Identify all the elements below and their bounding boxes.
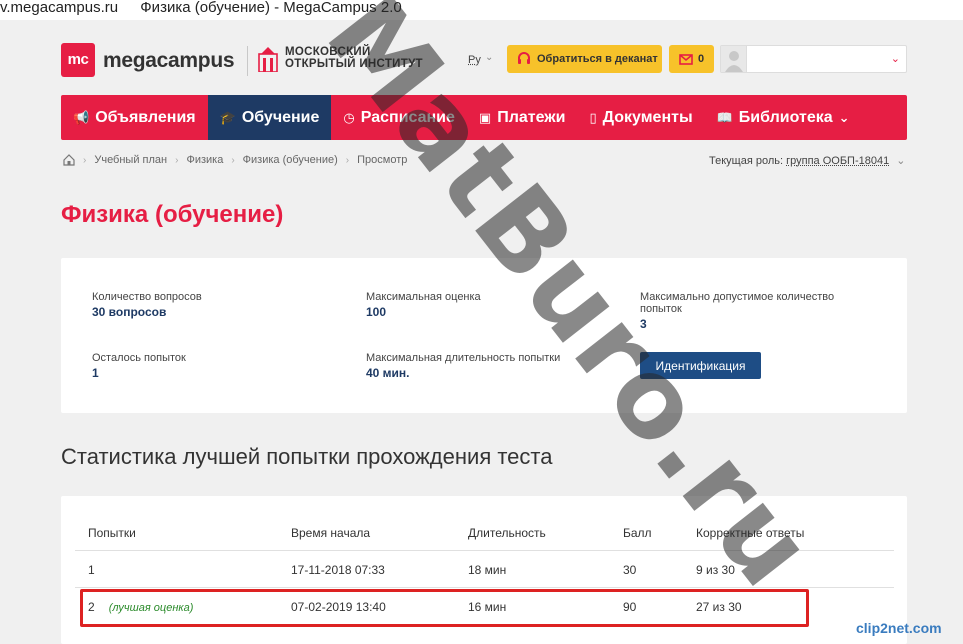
headset-icon — [518, 52, 530, 64]
avatar[interactable] — [721, 46, 747, 72]
nav-item-documents[interactable]: ▯ Документы — [577, 95, 704, 140]
chevron-down-icon: ⌄ — [838, 109, 850, 125]
remaining-attempts-value: 1 — [92, 366, 99, 380]
cell-start-time: 17-11-2018 07:33 — [291, 563, 385, 577]
site-header: mc megacampus Московский открытый инстит… — [61, 40, 907, 82]
highlight-box — [80, 589, 809, 627]
stats-section-title: Статистика лучшей попытки прохождения те… — [61, 444, 553, 469]
megaphone-icon: 📢 — [73, 109, 90, 125]
nav-item-label: Библиотека — [738, 108, 833, 126]
header-score: Балл — [623, 526, 652, 540]
cell-score: 30 — [623, 563, 637, 577]
ticket-icon: ▣ — [478, 109, 492, 125]
chevron-right-icon: › — [175, 154, 179, 166]
messages-button[interactable]: 0 — [669, 45, 714, 73]
test-info-card: Количество вопросов 30 вопросов Максимал… — [61, 258, 907, 413]
language-selector[interactable]: Ру — [468, 54, 481, 66]
role-label: Текущая роль: — [709, 155, 784, 167]
nav-item-label: Расписание — [360, 108, 455, 126]
breadcrumb-item[interactable]: Физика (обучение) — [243, 154, 338, 166]
envelope-icon — [679, 53, 693, 65]
messages-count: 0 — [697, 53, 705, 65]
current-role[interactable]: Текущая роль: группа ООБП-18041 ⌄ — [709, 154, 905, 167]
nav-item-label: Документы — [602, 108, 693, 126]
remaining-attempts-label: Осталось попыток — [92, 352, 186, 364]
max-score-label: Максимальная оценка — [366, 291, 481, 303]
nav-item-library[interactable]: 📖 Библиотека ⌄ — [705, 95, 862, 140]
browser-url: v.megacampus.ru — [0, 0, 119, 16]
header-correct-answers: Корректные ответы — [696, 526, 805, 540]
chevron-right-icon: › — [231, 154, 235, 166]
header-attempts: Попытки — [88, 526, 136, 540]
cell-correct-answers: 9 из 30 — [696, 563, 735, 577]
nav-item-announcements[interactable]: 📢 Объявления — [61, 95, 208, 140]
contact-deanery-label: Обратиться в деканат — [537, 53, 658, 65]
questions-count-field: Количество вопросов 30 вопросов — [92, 291, 202, 319]
document-icon: ▯ — [589, 109, 597, 125]
nav-item-label: Платежи — [497, 108, 566, 126]
max-duration-value: 40 мин. — [366, 366, 410, 380]
breadcrumb-item[interactable]: Учебный план — [94, 154, 167, 166]
institute-emblem-icon — [258, 47, 278, 72]
institute-name: Московский открытый институт — [285, 46, 423, 70]
cell-attempt: 1 — [88, 563, 95, 577]
main-nav: 📢 Объявления 🎓 Обучение ◷ Расписание ▣ П… — [61, 95, 907, 140]
chevron-right-icon: › — [83, 154, 87, 166]
table-divider — [75, 587, 894, 588]
questions-count-value: 30 вопросов — [92, 305, 167, 319]
megacampus-logo-text[interactable]: megacampus — [103, 49, 235, 73]
nav-item-learning[interactable]: 🎓 Обучение — [207, 95, 332, 140]
max-score-field: Максимальная оценка 100 — [366, 291, 481, 319]
remaining-attempts-field: Осталось попыток 1 — [92, 352, 186, 380]
role-value[interactable]: группа ООБП-18041 — [786, 155, 889, 167]
max-duration-label: Максимальная длительность попытки — [366, 352, 561, 364]
institute-name-line1: Московский — [285, 46, 371, 58]
max-duration-field: Максимальная длительность попытки 40 мин… — [366, 352, 560, 380]
max-score-value: 100 — [366, 305, 387, 319]
book-icon: 📖 — [716, 109, 733, 125]
megacampus-logo-mark[interactable]: mc — [61, 43, 95, 77]
questions-count-label: Количество вопросов — [92, 291, 202, 303]
logo-separator — [247, 46, 248, 76]
nav-item-label: Объявления — [95, 108, 196, 126]
chevron-down-icon[interactable]: ⌄ — [896, 155, 905, 167]
graduation-cap-icon: 🎓 — [219, 109, 236, 125]
breadcrumb-current: Просмотр — [357, 154, 408, 166]
max-attempts-field: Максимально допустимое количество попыто… — [640, 291, 860, 331]
nav-item-label: Обучение — [241, 108, 320, 126]
chevron-right-icon: › — [345, 154, 350, 166]
cell-duration: 18 мин — [468, 563, 507, 577]
user-silhouette-icon — [725, 51, 743, 72]
clip2net-logo: clip2net.com — [856, 620, 942, 636]
page-title: Физика (обучение) — [61, 201, 284, 228]
institute-name-line2: открытый институт — [285, 58, 423, 70]
browser-title: Физика (обучение) - MegaCampus 2.0 — [140, 0, 402, 16]
table-divider — [75, 550, 894, 551]
chevron-down-icon[interactable]: ⌄ — [485, 52, 493, 63]
nav-item-schedule[interactable]: ◷ Расписание — [331, 95, 467, 140]
user-menu[interactable]: ⌄ — [720, 45, 907, 73]
header-start-time: Время начала — [291, 526, 371, 540]
max-attempts-label: Максимально допустимое количество попыто… — [640, 291, 835, 315]
clock-icon: ◷ — [343, 109, 355, 125]
contact-deanery-button[interactable]: Обратиться в деканат — [507, 45, 662, 73]
home-icon[interactable] — [63, 154, 75, 166]
identification-button[interactable]: Идентификация — [640, 352, 761, 379]
nav-item-payments[interactable]: ▣ Платежи — [467, 95, 578, 140]
max-attempts-value: 3 — [640, 317, 647, 331]
header-duration: Длительность — [468, 526, 546, 540]
breadcrumb-item[interactable]: Физика — [186, 154, 223, 166]
browser-title-bar: v.megacampus.ru Физика (обучение) - Mega… — [0, 0, 963, 20]
breadcrumb: › Учебный план › Физика › Физика (обучен… — [63, 154, 407, 166]
chevron-down-icon[interactable]: ⌄ — [891, 52, 900, 65]
